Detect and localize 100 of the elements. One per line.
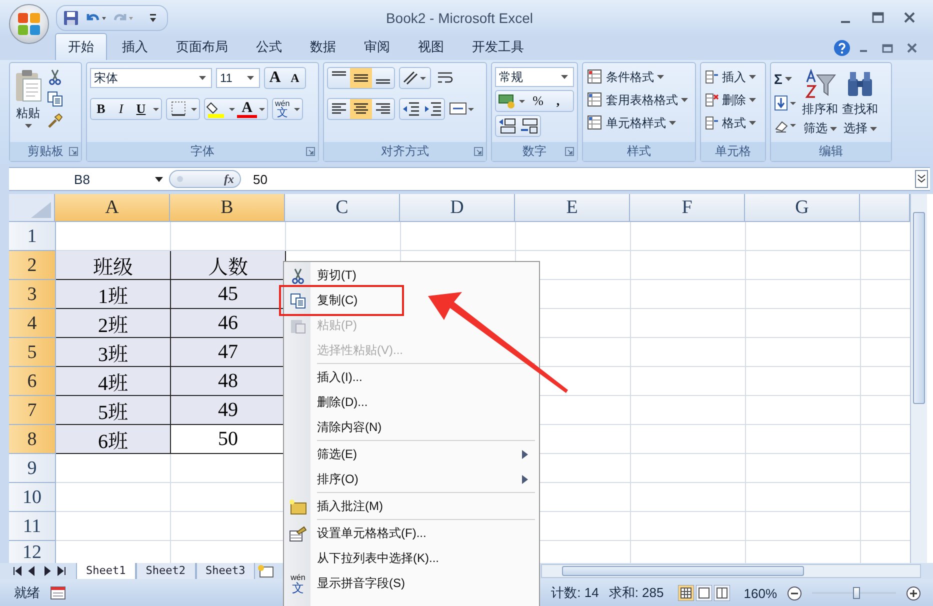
zoom-slider-thumb[interactable]: [852, 587, 860, 599]
group-label: 编辑: [819, 143, 843, 160]
menu-item[interactable]: 删除(D)...: [285, 390, 374, 415]
column-header[interactable]: A: [55, 194, 170, 222]
menu-item[interactable]: 剪切(T): [285, 263, 362, 288]
dialog-launcher-icon[interactable]: [474, 147, 483, 156]
help-icon[interactable]: [833, 39, 851, 57]
row-header[interactable]: 8: [9, 425, 56, 454]
zoom-out-icon[interactable]: [787, 586, 802, 600]
sort-filter-button[interactable]: 排序和 筛选: [802, 67, 838, 142]
expand-formula-bar-icon[interactable]: [915, 170, 928, 188]
menu-item[interactable]: 从下拉列表中选择(K)...: [285, 546, 445, 571]
ribbon-button[interactable]: 单元格样式: [587, 113, 692, 133]
row-header[interactable]: 3: [9, 280, 56, 309]
horizontal-scrollbar[interactable]: [541, 564, 921, 578]
table-cell: 49: [171, 396, 286, 425]
ribbon-button[interactable]: 插入: [705, 67, 762, 87]
copy-icon[interactable]: [47, 91, 63, 107]
autosum-button[interactable]: Σ: [774, 69, 798, 89]
paste-button[interactable]: 粘贴: [13, 67, 43, 142]
column-header[interactable]: D: [400, 194, 515, 222]
save-icon[interactable]: [63, 10, 79, 26]
view-mode-icon[interactable]: [696, 585, 712, 601]
insert-function-button[interactable]: fx: [224, 172, 234, 186]
row-header[interactable]: 11: [9, 512, 56, 541]
row-header[interactable]: 1: [9, 222, 56, 251]
font-name-select[interactable]: 宋体: [90, 68, 212, 88]
select-all-icon: [31, 202, 51, 218]
menu-item[interactable]: 设置单元格格式(F)...: [285, 521, 432, 546]
ribbon-tab[interactable]: 视图: [405, 33, 457, 60]
ribbon-tab[interactable]: 数据: [297, 33, 349, 60]
horizontal-align-icon[interactable]: [350, 99, 372, 119]
group-label: 样式: [627, 143, 651, 160]
fill-down-icon[interactable]: [774, 95, 798, 111]
ribbon-tab[interactable]: 开始: [55, 33, 107, 60]
ribbon-button[interactable]: 格式: [705, 113, 762, 133]
customize-caret-icon[interactable]: [149, 12, 157, 22]
menu-item[interactable]: 复制(C): [285, 288, 364, 313]
column-header[interactable]: C: [285, 194, 400, 222]
vertical-align-icon[interactable]: [350, 68, 372, 88]
grow-font-button[interactable]: A: [265, 68, 285, 88]
zoom-in-icon[interactable]: [906, 586, 921, 600]
italic-button[interactable]: I: [111, 99, 131, 119]
decrease-decimal-icon[interactable]: [518, 116, 540, 136]
conditional-format-icon: [587, 69, 603, 85]
sheet-tab[interactable]: Sheet2: [136, 562, 196, 580]
sheet-tab[interactable]: Sheet3: [196, 562, 256, 580]
percent-button[interactable]: %: [528, 91, 548, 111]
row-header[interactable]: 6: [9, 367, 56, 396]
ribbon-tab[interactable]: 页面布局: [163, 33, 241, 60]
bold-button[interactable]: B: [91, 99, 111, 119]
ribbon-tab[interactable]: 开发工具: [459, 33, 537, 60]
ribbon-tab[interactable]: 审阅: [351, 33, 403, 60]
column-header[interactable]: B: [170, 194, 285, 222]
vertical-scrollbar[interactable]: [910, 194, 927, 563]
dialog-launcher-icon[interactable]: [306, 147, 315, 156]
menu-item[interactable]: 筛选(E): [285, 442, 538, 467]
scissors-icon: [290, 268, 306, 284]
scissors-icon[interactable]: [47, 69, 63, 85]
find-select-button[interactable]: 查找和 选择: [842, 67, 878, 142]
ribbon-button[interactable]: 条件格式: [587, 67, 692, 87]
status-text: 就绪: [14, 584, 40, 602]
row-header[interactable]: 5: [9, 338, 56, 367]
menu-item[interactable]: 插入批注(M): [285, 494, 389, 519]
caret-icon: [199, 76, 206, 80]
ribbon-button[interactable]: 套用表格格式: [587, 90, 692, 110]
row-header[interactable]: 10: [9, 483, 56, 512]
column-header[interactable]: E: [515, 194, 630, 222]
font-size-select[interactable]: 11: [216, 68, 260, 88]
ribbon-tab[interactable]: 公式: [243, 33, 295, 60]
column-header[interactable]: F: [630, 194, 745, 222]
sheet-tab[interactable]: Sheet1: [76, 562, 136, 580]
ribbon-button[interactable]: 删除: [705, 90, 762, 110]
formula-input[interactable]: 50: [241, 172, 915, 186]
group-label: 字体: [190, 143, 214, 160]
underline-button[interactable]: U: [131, 99, 151, 119]
view-mode-icon[interactable]: [714, 585, 730, 601]
menu-item[interactable]: 插入(I)...: [285, 365, 368, 390]
comma-button[interactable]: ,: [548, 91, 568, 111]
row-header[interactable]: 7: [9, 396, 56, 425]
row-header[interactable]: 12: [9, 541, 56, 563]
shrink-font-button[interactable]: A: [285, 68, 305, 88]
number-format-select[interactable]: 常规: [495, 67, 574, 87]
column-header[interactable]: G: [745, 194, 860, 222]
macro-record-icon[interactable]: [50, 586, 66, 600]
count-readout: 计数: 14: [551, 584, 599, 602]
caret-icon: [24, 124, 32, 129]
row-header[interactable]: 9: [9, 454, 56, 483]
ribbon-tab[interactable]: 插入: [109, 33, 161, 60]
dialog-launcher-icon[interactable]: [69, 147, 78, 156]
format-painter-icon[interactable]: [47, 113, 63, 129]
menu-item[interactable]: 清除内容(N): [285, 415, 388, 440]
view-mode-icon[interactable]: [678, 585, 694, 601]
name-box[interactable]: B8: [9, 169, 169, 189]
menu-item[interactable]: 排序(O): [285, 467, 538, 492]
table-cell: 5班: [56, 396, 171, 425]
row-header[interactable]: 4: [9, 309, 56, 338]
caret-icon: [155, 176, 163, 182]
dialog-launcher-icon[interactable]: [565, 147, 574, 156]
row-header[interactable]: 2: [9, 251, 56, 280]
